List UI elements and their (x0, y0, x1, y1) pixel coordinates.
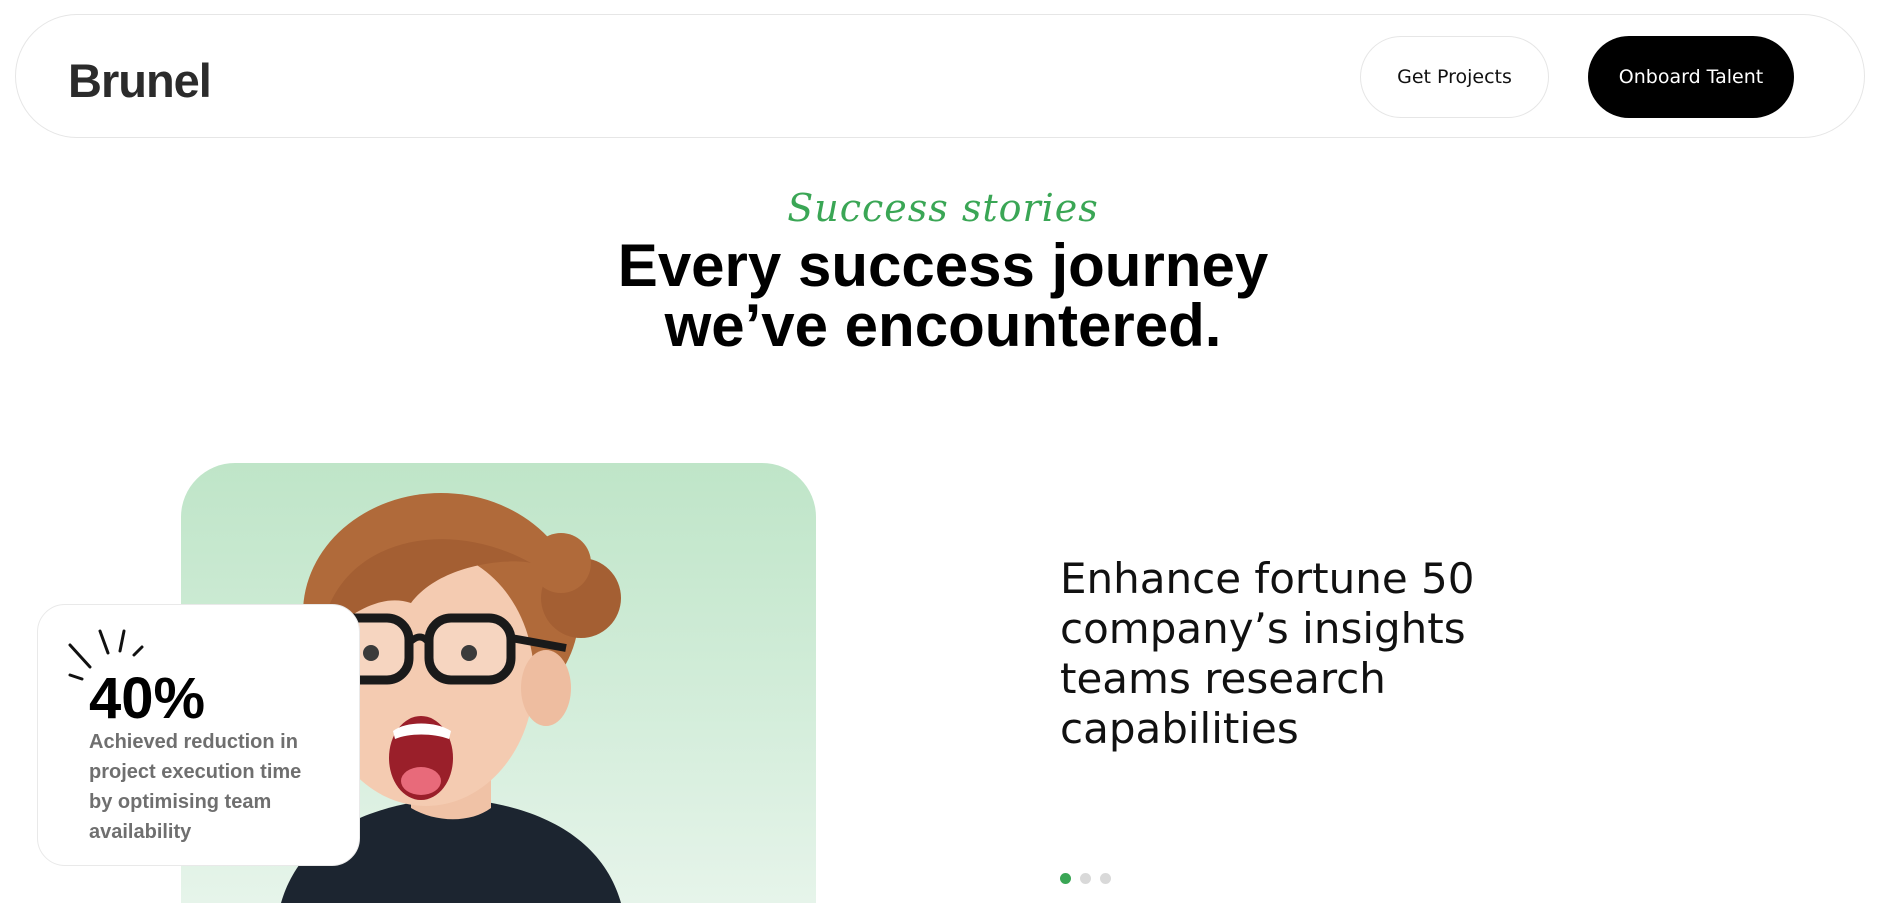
site-header: Brunel Get Projects Onboard Talent (15, 14, 1865, 138)
story-title: Enhance fortune 50 company’s insights te… (1060, 554, 1475, 753)
get-projects-button[interactable]: Get Projects (1360, 36, 1549, 118)
section-headline: Every success journey we’ve encountered. (0, 236, 1886, 356)
headline-line-1: Every success journey (617, 232, 1269, 299)
brunel-logo[interactable]: Brunel (68, 53, 212, 108)
headline-line-2: we’ve encountered. (664, 292, 1222, 359)
onboard-talent-button[interactable]: Onboard Talent (1588, 36, 1794, 118)
carousel-dot-2[interactable] (1080, 873, 1091, 884)
stat-description: Achieved reduction in project execution … (89, 731, 302, 843)
stat-card: 40% Achieved reduction in project execut… (37, 604, 360, 866)
stat-value: 40% (89, 666, 206, 731)
carousel-dot-3[interactable] (1100, 873, 1111, 884)
section-eyebrow: Success stories (787, 186, 1099, 230)
carousel-dot-1[interactable] (1060, 873, 1071, 884)
carousel-pagination (1060, 873, 1111, 884)
